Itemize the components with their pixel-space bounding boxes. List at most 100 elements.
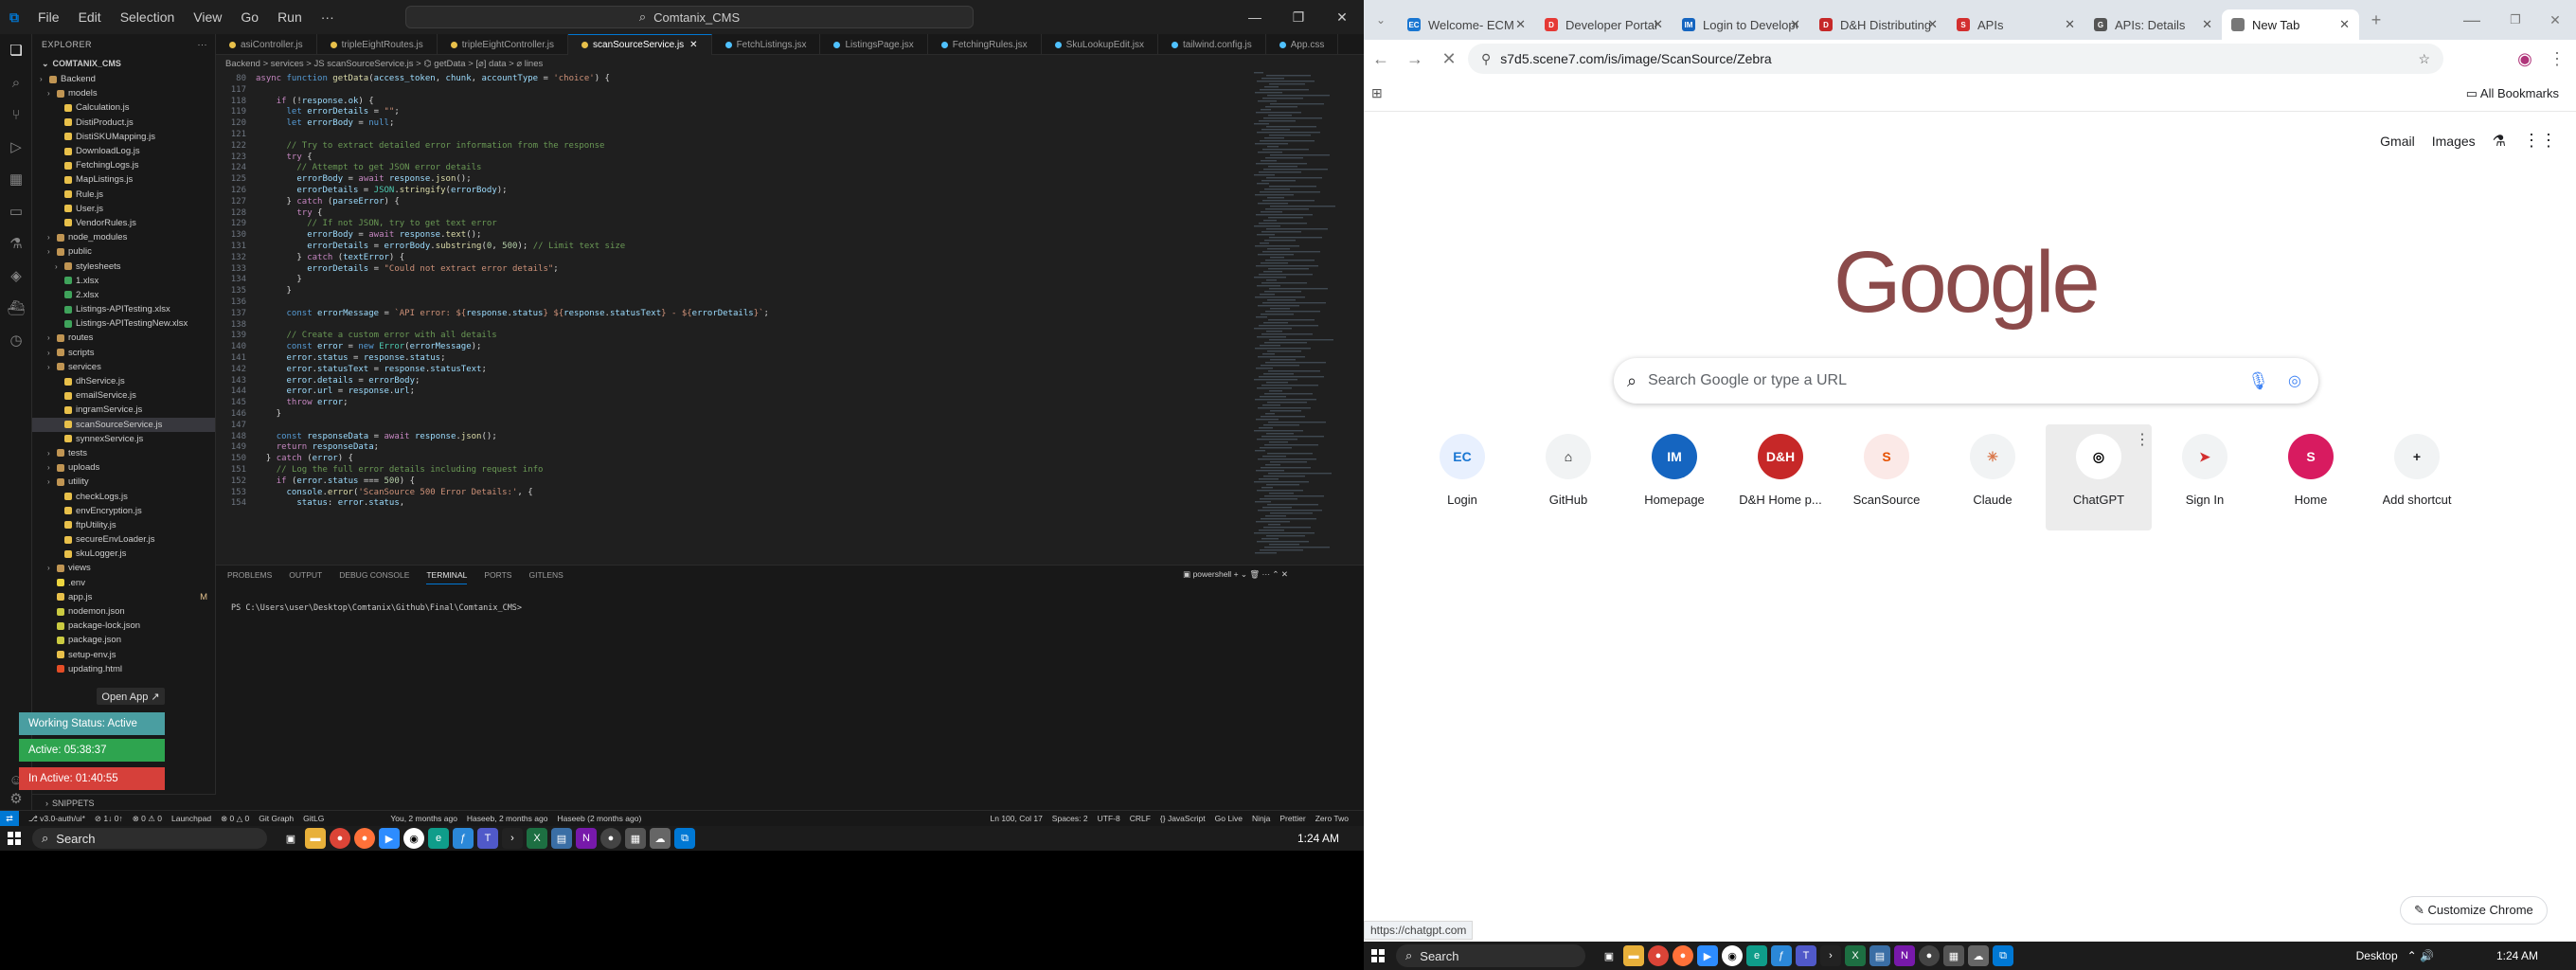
taskbar-clock[interactable]: 1:24 AM xyxy=(2496,942,2538,970)
file-item[interactable]: .env xyxy=(32,576,215,590)
forward-icon[interactable]: → xyxy=(1398,42,1432,76)
minimize-button[interactable]: — xyxy=(2455,3,2489,37)
code-line[interactable]: status: error.status, xyxy=(256,498,404,508)
file-item[interactable]: envEncryption.js xyxy=(32,504,215,518)
code-line[interactable]: async function getData(access_token, chu… xyxy=(256,74,610,83)
chrome-menu-icon[interactable]: ⋮ xyxy=(2540,42,2574,76)
file-item[interactable]: 1.xlsx xyxy=(32,274,215,288)
taskbar-search[interactable]: ⌕ Search xyxy=(1396,944,1585,967)
folder-item[interactable]: › node_modules xyxy=(32,230,215,244)
shortcut-tile[interactable]: ✳ Claude xyxy=(1940,424,2046,530)
app-icon[interactable]: ƒ xyxy=(1771,945,1792,966)
shortcut-tile[interactable]: D&H D&H Home p... xyxy=(1727,424,1834,530)
file-item[interactable]: Calculation.js xyxy=(32,100,215,115)
remote-icon[interactable]: ▭ xyxy=(0,195,32,227)
labs-icon[interactable]: ⚗ xyxy=(2493,132,2506,151)
code-line[interactable]: // If not JSON, try to get text error xyxy=(256,219,496,228)
status-item[interactable]: {} JavaScript xyxy=(1160,814,1206,823)
code-line[interactable]: try { xyxy=(256,208,322,218)
panel-tab[interactable]: PORTS xyxy=(484,566,511,584)
editor-tab[interactable]: FetchingRules.jsx xyxy=(928,34,1042,55)
shortcut-tile[interactable]: S ScanSource xyxy=(1834,424,1940,530)
code-line[interactable]: } xyxy=(256,286,292,296)
close-tab-icon[interactable]: ✕ xyxy=(2202,17,2212,32)
status-item[interactable]: Haseeb, 2 months ago xyxy=(467,814,548,823)
menu-item-3[interactable]: View xyxy=(184,9,231,25)
explorer-icon[interactable]: ❏ xyxy=(0,34,32,66)
code-line[interactable]: // Log the full error details including … xyxy=(256,465,544,475)
teams-icon[interactable]: T xyxy=(1796,945,1816,966)
status-item[interactable]: Ninja xyxy=(1252,814,1270,823)
close-button[interactable]: ✕ xyxy=(2538,3,2572,37)
back-icon[interactable]: ← xyxy=(1364,42,1398,76)
excel-icon[interactable]: X xyxy=(527,828,547,849)
panel-tab[interactable]: DEBUG CONSOLE xyxy=(339,566,409,584)
status-item[interactable]: ⊗ 0 ⚠ 0 xyxy=(133,814,162,824)
editor-tab[interactable]: asiController.js xyxy=(216,34,317,55)
app-icon[interactable]: ƒ xyxy=(453,828,474,849)
zoom-icon[interactable]: ▶ xyxy=(1697,945,1718,966)
code-editor[interactable]: 80 async function getData(access_token, c… xyxy=(216,72,1364,565)
code-line[interactable]: } xyxy=(256,409,281,419)
terminal-shell-label[interactable]: ▣ powershell + ⌄ 🗑 ··· ⌃ ✕ xyxy=(1183,569,1288,580)
google-apps-icon[interactable]: ⋮⋮ xyxy=(2523,131,2557,151)
status-item[interactable]: GitLG xyxy=(303,814,324,824)
file-item[interactable]: Listings-APITestingNew.xlsx xyxy=(32,316,215,331)
close-tab-icon[interactable]: ✕ xyxy=(689,40,697,50)
remote-indicator-icon[interactable]: ⇄ xyxy=(0,810,19,827)
folder-item[interactable]: › public xyxy=(32,244,215,259)
file-item[interactable]: ingramService.js xyxy=(32,403,215,417)
apps-grid-icon[interactable]: ⊞ xyxy=(1371,85,1383,101)
app-icon[interactable]: ☁ xyxy=(650,828,671,849)
file-item[interactable]: 2.xlsx xyxy=(32,288,215,302)
code-line[interactable]: try { xyxy=(256,153,313,162)
folder-item[interactable]: › services xyxy=(32,360,215,374)
file-item[interactable]: DistiSKUMapping.js xyxy=(32,130,215,144)
menu-item-2[interactable]: Selection xyxy=(111,9,185,25)
close-tab-icon[interactable]: ✕ xyxy=(2339,17,2350,32)
code-line[interactable]: errorDetails = errorBody.substring(0, 50… xyxy=(256,242,625,251)
close-tab-icon[interactable]: ✕ xyxy=(1653,17,1663,32)
panel-tab[interactable]: TERMINAL xyxy=(426,566,468,584)
status-item[interactable]: Go Live xyxy=(1215,814,1243,823)
terminal-icon[interactable]: › xyxy=(1820,945,1841,966)
code-line[interactable]: } catch (parseError) { xyxy=(256,197,400,207)
browser-tab[interactable]: D Developer Portal ✕ xyxy=(1535,9,1673,40)
code-line[interactable]: const responseData = await response.json… xyxy=(256,432,497,441)
taskbar-clock[interactable]: 1:24 AM xyxy=(1297,826,1339,851)
status-item[interactable]: Ln 100, Col 17 xyxy=(991,814,1043,823)
task-view-icon[interactable]: ▣ xyxy=(1599,945,1619,966)
status-item[interactable]: UTF-8 xyxy=(1098,814,1120,823)
google-search-box[interactable]: ⌕ Search Google or type a URL 🎙 ◎ xyxy=(1614,358,2318,404)
code-line[interactable]: const errorMessage = `API error: ${respo… xyxy=(256,309,769,318)
code-line[interactable]: } catch (error) { xyxy=(256,454,353,463)
firefox-icon[interactable]: ● xyxy=(1673,945,1693,966)
app-icon[interactable]: ▦ xyxy=(1943,945,1964,966)
file-item[interactable]: MapListings.js xyxy=(32,172,215,187)
editor-tab[interactable]: App.css xyxy=(1266,34,1339,55)
shortcut-tile[interactable]: ➤ Sign In xyxy=(2152,424,2258,530)
status-item[interactable]: ⊗ 0 △ 0 xyxy=(221,814,249,824)
shortcut-menu-icon[interactable]: ⋮ xyxy=(2135,430,2150,449)
file-item[interactable]: checkLogs.js xyxy=(32,489,215,503)
status-item[interactable]: Git Graph xyxy=(259,814,294,824)
editor-tab[interactable]: tripleEightRoutes.js xyxy=(317,34,438,55)
status-item[interactable]: Zero Two xyxy=(1315,814,1349,823)
github-desktop-icon[interactable]: ◉ xyxy=(1722,945,1743,966)
menu-item-1[interactable]: Edit xyxy=(69,9,111,25)
code-line[interactable]: const error = new Error(errorMessage); xyxy=(256,342,482,351)
status-item[interactable]: CRLF xyxy=(1130,814,1151,823)
file-item[interactable]: app.js M xyxy=(32,590,215,604)
app-icon[interactable]: ▦ xyxy=(625,828,646,849)
customize-chrome-button[interactable]: ✎ Customize Chrome xyxy=(2400,896,2548,925)
file-item[interactable]: FetchingLogs.js xyxy=(32,158,215,172)
images-link[interactable]: Images xyxy=(2432,134,2476,149)
file-item[interactable]: package-lock.json xyxy=(32,619,215,633)
vscode-icon[interactable]: ⧉ xyxy=(674,828,695,849)
docker-icon[interactable]: ⛴ xyxy=(0,292,32,324)
file-item[interactable]: synnexService.js xyxy=(32,432,215,446)
address-bar[interactable]: ⚲ s7d5.scene7.com/is/image/ScanSource/Ze… xyxy=(1468,44,2443,74)
edge-icon[interactable]: e xyxy=(1746,945,1767,966)
code-line[interactable]: let errorDetails = ""; xyxy=(256,107,400,117)
app-icon[interactable]: ☁ xyxy=(1968,945,1989,966)
